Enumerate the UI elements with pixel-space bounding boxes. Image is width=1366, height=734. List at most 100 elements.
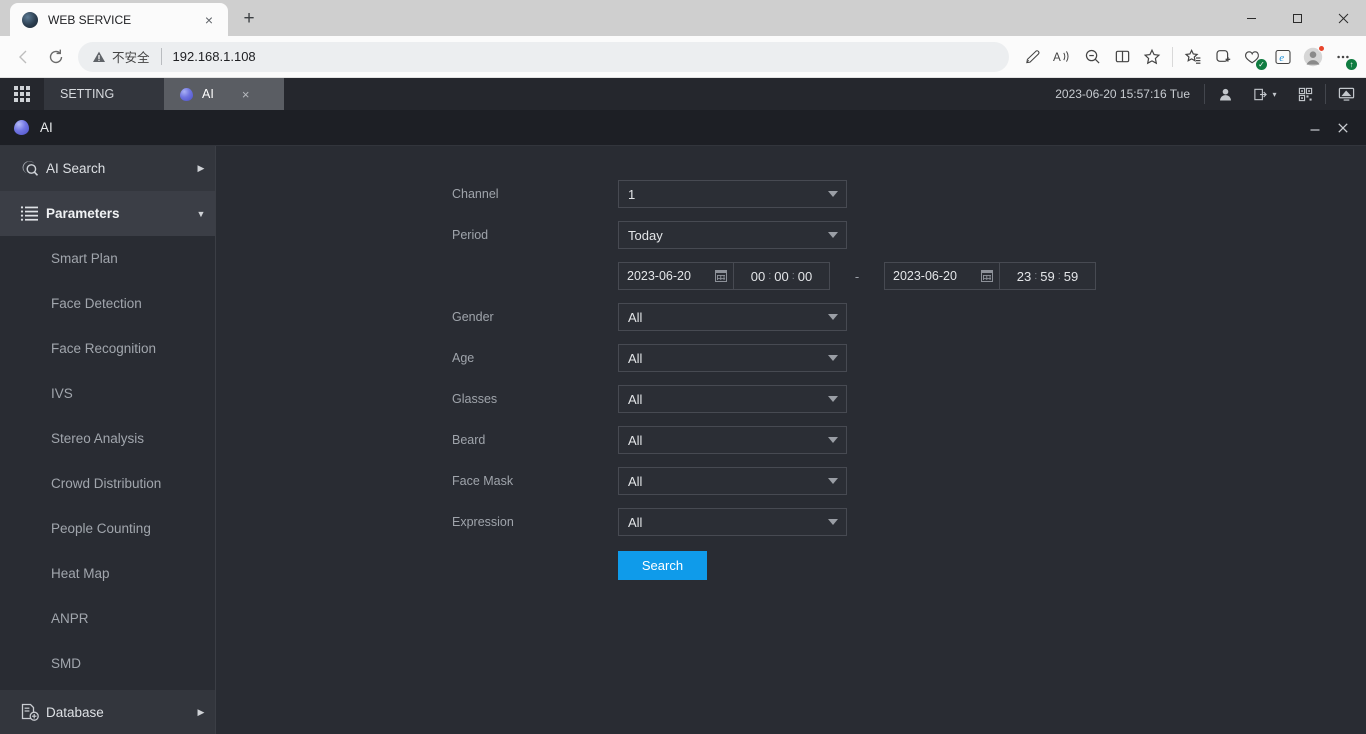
panel-window-controls xyxy=(1304,117,1366,139)
sidebar-item-parameters[interactable]: Parameters ▼ xyxy=(0,191,215,236)
chevron-down-icon[interactable]: ▾ xyxy=(1272,90,1276,99)
user-account-icon[interactable] xyxy=(1205,78,1245,110)
expression-select-value: All xyxy=(628,515,642,530)
ie-mode-icon[interactable]: e xyxy=(1268,42,1298,72)
panel-close-button[interactable] xyxy=(1332,117,1354,139)
sidebar: AI Search ▶ Parameters ▼ Smart Plan Face… xyxy=(0,146,216,734)
end-date-input[interactable]: 2023-06-20 xyxy=(884,262,1000,290)
sidebar-item-smd[interactable]: SMD xyxy=(0,641,215,686)
sidebar-sub-label: Stereo Analysis xyxy=(51,431,144,446)
period-select[interactable]: Today xyxy=(618,221,847,249)
sidebar-sub-label: Heat Map xyxy=(51,566,110,581)
pen-annotate-icon[interactable] xyxy=(1017,42,1047,72)
end-date-value: 2023-06-20 xyxy=(893,269,957,283)
glasses-select-value: All xyxy=(628,392,642,407)
sidebar-item-face-recognition[interactable]: Face Recognition xyxy=(0,326,215,371)
sidebar-item-people-counting[interactable]: People Counting xyxy=(0,506,215,551)
chevron-down-icon xyxy=(828,396,838,402)
zoom-out-icon[interactable] xyxy=(1077,42,1107,72)
app-header: SETTING AI × 2023-06-20 15:57:16 Tue ▾ xyxy=(0,78,1366,110)
beard-select[interactable]: All xyxy=(618,426,847,454)
start-date-input[interactable]: 2023-06-20 xyxy=(618,262,734,290)
back-icon[interactable] xyxy=(8,41,40,73)
panel-title-bar: AI xyxy=(0,110,1366,146)
chevron-down-icon[interactable]: ▼ xyxy=(187,209,215,219)
header-tab-setting[interactable]: SETTING xyxy=(44,78,164,110)
security-warning: 不安全 xyxy=(92,47,150,66)
sidebar-sub-label: Face Detection xyxy=(51,296,142,311)
search-button[interactable]: Search xyxy=(618,551,707,580)
omnibox-url: 192.168.1.108 xyxy=(173,49,256,64)
reload-icon[interactable] xyxy=(40,41,72,73)
collections-star-icon[interactable] xyxy=(1178,42,1208,72)
window-maximize-button[interactable] xyxy=(1274,1,1320,35)
start-time-input[interactable]: 00 : 00 : 00 xyxy=(734,262,830,290)
sidebar-item-heat-map[interactable]: Heat Map xyxy=(0,551,215,596)
chevron-down-icon xyxy=(828,355,838,361)
split-screen-icon[interactable] xyxy=(1107,42,1137,72)
new-tab-button[interactable]: + xyxy=(234,4,264,34)
favorite-star-icon[interactable] xyxy=(1137,42,1167,72)
window-minimize-button[interactable] xyxy=(1228,1,1274,35)
browser-tab-web-service[interactable]: WEB SERVICE × xyxy=(10,3,228,36)
face-mask-select-value: All xyxy=(628,474,642,489)
sidebar-sub-list: Smart Plan Face Detection Face Recogniti… xyxy=(0,236,215,686)
apps-grid-icon[interactable] xyxy=(0,78,44,110)
sidebar-item-ivs[interactable]: IVS xyxy=(0,371,215,416)
sidebar-sub-label: Face Recognition xyxy=(51,341,156,356)
chevron-right-icon[interactable]: ▶ xyxy=(187,163,215,174)
settings-more-icon[interactable]: ↑ xyxy=(1328,42,1358,72)
channel-select[interactable]: 1 xyxy=(618,180,847,208)
time-colon: : xyxy=(792,270,795,282)
time-colon: : xyxy=(768,270,771,282)
age-label: Age xyxy=(452,351,618,365)
channel-select-value: 1 xyxy=(628,187,635,202)
address-bar[interactable]: 不安全 192.168.1.108 xyxy=(78,42,1009,72)
sidebar-item-anpr[interactable]: ANPR xyxy=(0,596,215,641)
glasses-select[interactable]: All xyxy=(618,385,847,413)
parameters-list-icon xyxy=(20,205,46,222)
sidebar-item-smart-plan[interactable]: Smart Plan xyxy=(0,236,215,281)
calendar-icon[interactable] xyxy=(981,270,993,282)
sidebar-item-face-detection[interactable]: Face Detection xyxy=(0,281,215,326)
security-warning-text: 不安全 xyxy=(112,47,150,66)
logout-icon[interactable]: ▾ xyxy=(1245,78,1285,110)
profile-avatar-icon[interactable] xyxy=(1298,42,1328,72)
search-form: Channel 1 Period Today 2023-06-20 xyxy=(216,146,1366,580)
add-tab-group-icon[interactable] xyxy=(1208,42,1238,72)
monitor-icon[interactable] xyxy=(1326,78,1366,110)
chevron-down-icon xyxy=(828,232,838,238)
end-minute-value: 59 xyxy=(1040,269,1054,284)
chevron-down-icon xyxy=(828,519,838,525)
read-aloud-icon[interactable]: A xyxy=(1047,42,1077,72)
beard-label: Beard xyxy=(452,433,618,447)
time-colon: : xyxy=(1034,270,1037,282)
header-tab-ai[interactable]: AI × xyxy=(164,78,284,110)
qrcode-icon[interactable] xyxy=(1285,78,1325,110)
warning-triangle-icon xyxy=(92,50,106,64)
form-row-face-mask: Face Mask All xyxy=(452,461,1366,501)
page-title: AI xyxy=(40,120,53,135)
sidebar-item-crowd-distribution[interactable]: Crowd Distribution xyxy=(0,461,215,506)
sidebar-item-ai-search[interactable]: AI Search ▶ xyxy=(0,146,215,191)
face-mask-select[interactable]: All xyxy=(618,467,847,495)
globe-icon xyxy=(22,12,38,28)
close-icon[interactable]: × xyxy=(198,9,220,31)
gender-select-value: All xyxy=(628,310,642,325)
browser-essentials-icon[interactable]: ✓ xyxy=(1238,42,1268,72)
chevron-right-icon[interactable]: ▶ xyxy=(187,707,215,718)
window-close-button[interactable] xyxy=(1320,1,1366,35)
age-select[interactable]: All xyxy=(618,344,847,372)
sidebar-item-database[interactable]: Database ▶ xyxy=(0,690,215,734)
sidebar-item-database-label: Database xyxy=(46,705,187,720)
gender-label: Gender xyxy=(452,310,618,324)
form-row-beard: Beard All xyxy=(452,420,1366,460)
age-select-value: All xyxy=(628,351,642,366)
calendar-icon[interactable] xyxy=(715,270,727,282)
panel-minimize-button[interactable] xyxy=(1304,117,1326,139)
gender-select[interactable]: All xyxy=(618,303,847,331)
end-time-input[interactable]: 23 : 59 : 59 xyxy=(1000,262,1096,290)
close-icon[interactable]: × xyxy=(242,88,250,101)
expression-select[interactable]: All xyxy=(618,508,847,536)
sidebar-item-stereo-analysis[interactable]: Stereo Analysis xyxy=(0,416,215,461)
